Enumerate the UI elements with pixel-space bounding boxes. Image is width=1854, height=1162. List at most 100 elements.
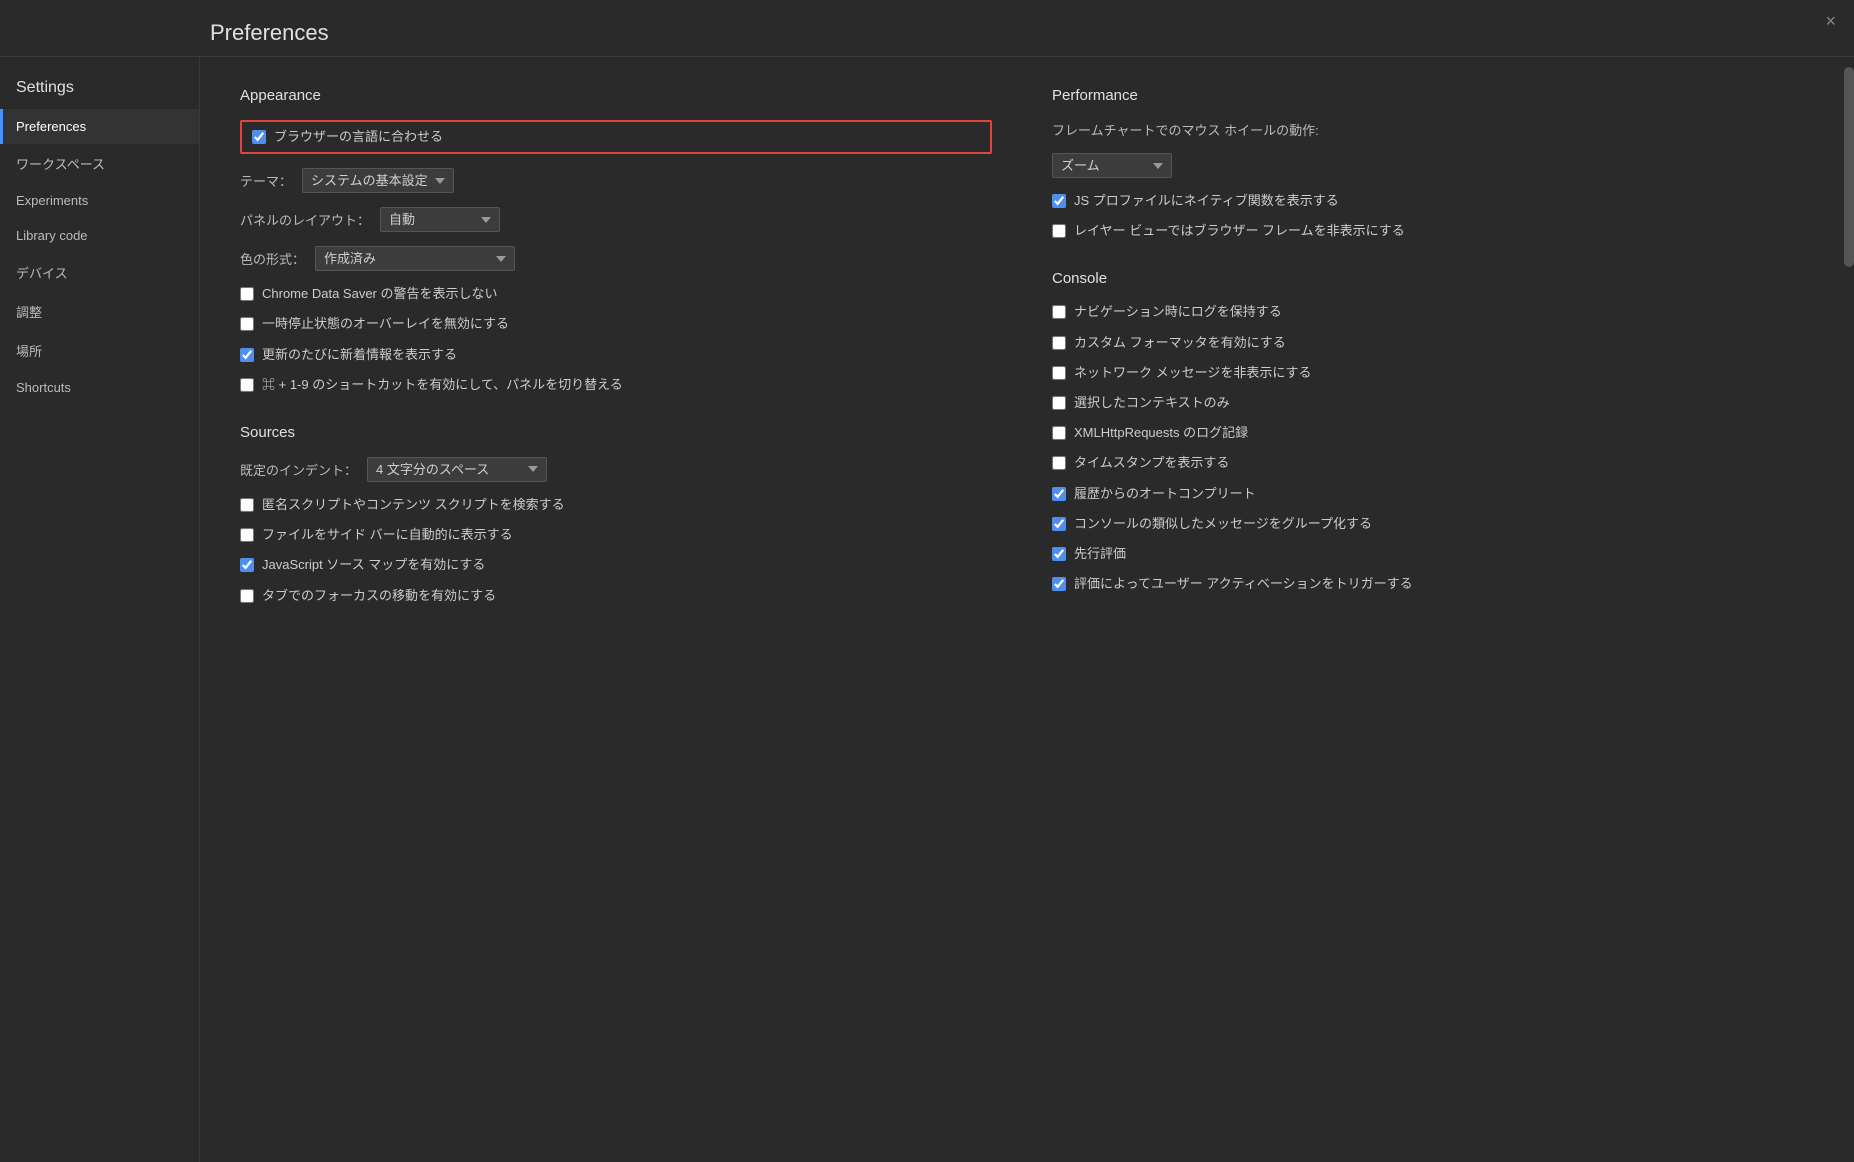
show-whats-new-row: 更新のたびに新着情報を表示する (240, 346, 992, 364)
color-format-select[interactable]: 作成済み (315, 246, 515, 271)
show-timestamps-checkbox[interactable] (1052, 456, 1066, 470)
flame-chart-row: フレームチャートでのマウス ホイールの動作: (1052, 120, 1804, 139)
auto-reveal-checkbox[interactable] (240, 528, 254, 542)
console-section: Console ナビゲーション時にログを保持するカスタム フォーマッタを有効にす… (1052, 270, 1804, 593)
user-activation-row: 評価によってユーザー アクティベーションをトリガーする (1052, 575, 1804, 593)
custom-formatters-label[interactable]: カスタム フォーマッタを有効にする (1074, 334, 1286, 352)
sidebar-item-experiments[interactable]: Experiments (0, 183, 199, 218)
group-similar-messages-label[interactable]: コンソールの類似したメッセージをグループ化する (1074, 515, 1372, 533)
panel-layout-label: パネルのレイアウト： (240, 210, 370, 229)
dialog-body: Settings PreferencesワークスペースExperimentsLi… (0, 57, 1854, 1162)
performance-section: Performance フレームチャートでのマウス ホイールの動作: ズーム J… (1052, 87, 1804, 240)
dialog-title: Preferences (0, 0, 1854, 57)
sidebar-item-workspace[interactable]: ワークスペース (0, 144, 199, 183)
theme-row: テーマ： システムの基本設定 (240, 168, 992, 193)
console-checkboxes: ナビゲーション時にログを保持するカスタム フォーマッタを有効にするネットワーク … (1052, 303, 1804, 593)
preserve-log-row: ナビゲーション時にログを保持する (1052, 303, 1804, 321)
panel-shortcuts-label[interactable]: ⌘ + 1-9 のショートカットを有効にして、パネルを切り替える (262, 376, 623, 394)
sidebar-item-shortcuts[interactable]: Shortcuts (0, 370, 199, 405)
history-autocomplete-label[interactable]: 履歴からのオートコンプリート (1074, 485, 1256, 503)
js-profile-native-checkbox[interactable] (1052, 194, 1066, 208)
hide-network-messages-checkbox[interactable] (1052, 366, 1066, 380)
sidebar-item-locations[interactable]: 場所 (0, 331, 199, 370)
sidebar-item-throttling[interactable]: 調整 (0, 292, 199, 331)
panel-shortcuts-checkbox[interactable] (240, 378, 254, 392)
disable-paused-overlay-label[interactable]: 一時停止状態のオーバーレイを無効にする (262, 315, 509, 333)
show-timestamps-label[interactable]: タイムスタンプを表示する (1074, 454, 1229, 472)
theme-select[interactable]: システムの基本設定 (302, 168, 454, 193)
left-column: Appearance ブラウザーの言語に合わせる テーマ： システムの基本設定 (240, 77, 992, 1142)
search-anonymous-label[interactable]: 匿名スクリプトやコンテンツ スクリプトを検索する (262, 496, 565, 514)
eager-evaluation-checkbox[interactable] (1052, 547, 1066, 561)
main-content: Appearance ブラウザーの言語に合わせる テーマ： システムの基本設定 (200, 57, 1844, 1162)
close-button[interactable]: × (1825, 12, 1836, 30)
browser-language-label[interactable]: ブラウザーの言語に合わせる (274, 128, 443, 146)
history-autocomplete-checkbox[interactable] (1052, 487, 1066, 501)
user-activation-label[interactable]: 評価によってユーザー アクティベーションをトリガーする (1074, 575, 1413, 593)
panel-shortcuts-row: ⌘ + 1-9 のショートカットを有効にして、パネルを切り替える (240, 376, 992, 394)
panel-layout-select[interactable]: 自動 (380, 207, 500, 232)
sidebar: Settings PreferencesワークスペースExperimentsLi… (0, 57, 200, 1162)
hide-browser-frames-checkbox[interactable] (1052, 224, 1066, 238)
show-whats-new-checkbox[interactable] (240, 348, 254, 362)
tab-focus-label[interactable]: タブでのフォーカスの移動を有効にする (262, 587, 496, 605)
hide-browser-frames-row: レイヤー ビューではブラウザー フレームを非表示にする (1052, 222, 1804, 240)
hide-browser-frames-label[interactable]: レイヤー ビューではブラウザー フレームを非表示にする (1074, 222, 1405, 240)
tab-focus-checkbox[interactable] (240, 589, 254, 603)
flame-chart-label: フレームチャートでのマウス ホイールの動作: (1052, 120, 1319, 139)
appearance-section: Appearance ブラウザーの言語に合わせる テーマ： システムの基本設定 (240, 87, 992, 394)
color-format-row: 色の形式： 作成済み (240, 246, 992, 271)
panel-layout-row: パネルのレイアウト： 自動 (240, 207, 992, 232)
sidebar-nav: PreferencesワークスペースExperimentsLibrary cod… (0, 109, 199, 405)
selected-context-only-checkbox[interactable] (1052, 396, 1066, 410)
disable-paused-overlay-row: 一時停止状態のオーバーレイを無効にする (240, 315, 992, 333)
scrollbar[interactable] (1844, 57, 1854, 1162)
auto-reveal-row: ファイルをサイド バーに自動的に表示する (240, 526, 992, 544)
disable-paused-overlay-checkbox[interactable] (240, 317, 254, 331)
js-profile-native-label[interactable]: JS プロファイルにネイティブ関数を表示する (1074, 192, 1339, 210)
settings-dialog: × Preferences Settings Preferencesワークスペー… (0, 0, 1854, 1162)
show-whats-new-label[interactable]: 更新のたびに新着情報を表示する (262, 346, 457, 364)
custom-formatters-checkbox[interactable] (1052, 336, 1066, 350)
hide-network-messages-label[interactable]: ネットワーク メッセージを非表示にする (1074, 364, 1311, 382)
log-xmlhttprequests-label[interactable]: XMLHttpRequests のログ記録 (1074, 424, 1248, 442)
log-xmlhttprequests-checkbox[interactable] (1052, 426, 1066, 440)
sources-section: Sources 既定のインデント： 4 文字分のスペース 匿名スクリプトやコンテ… (240, 424, 992, 605)
scrollbar-thumb[interactable] (1844, 67, 1854, 267)
console-title: Console (1052, 270, 1804, 287)
sources-title: Sources (240, 424, 992, 441)
group-similar-messages-checkbox[interactable] (1052, 517, 1066, 531)
search-anonymous-row: 匿名スクリプトやコンテンツ スクリプトを検索する (240, 496, 992, 514)
js-profile-native-row: JS プロファイルにネイティブ関数を表示する (1052, 192, 1804, 210)
appearance-title: Appearance (240, 87, 992, 104)
js-source-maps-checkbox[interactable] (240, 558, 254, 572)
color-format-label: 色の形式： (240, 249, 305, 268)
auto-reveal-label[interactable]: ファイルをサイド バーに自動的に表示する (262, 526, 513, 544)
tab-focus-row: タブでのフォーカスの移動を有効にする (240, 587, 992, 605)
settings-heading: Settings (0, 67, 199, 109)
default-indent-label: 既定のインデント： (240, 460, 357, 479)
chrome-data-saver-checkbox[interactable] (240, 287, 254, 301)
sidebar-item-preferences[interactable]: Preferences (0, 109, 199, 144)
theme-label: テーマ： (240, 171, 292, 190)
user-activation-checkbox[interactable] (1052, 577, 1066, 591)
search-anonymous-checkbox[interactable] (240, 498, 254, 512)
browser-language-checkbox[interactable] (252, 130, 266, 144)
show-timestamps-row: タイムスタンプを表示する (1052, 454, 1804, 472)
preserve-log-checkbox[interactable] (1052, 305, 1066, 319)
preserve-log-label[interactable]: ナビゲーション時にログを保持する (1074, 303, 1282, 321)
sidebar-item-library-code[interactable]: Library code (0, 218, 199, 253)
selected-context-only-label[interactable]: 選択したコンテキストのみ (1074, 394, 1230, 412)
flame-chart-select[interactable]: ズーム (1052, 153, 1172, 178)
eager-evaluation-label[interactable]: 先行評価 (1074, 545, 1126, 563)
selected-context-only-row: 選択したコンテキストのみ (1052, 394, 1804, 412)
log-xmlhttprequests-row: XMLHttpRequests のログ記録 (1052, 424, 1804, 442)
sidebar-item-devices[interactable]: デバイス (0, 253, 199, 292)
group-similar-messages-row: コンソールの類似したメッセージをグループ化する (1052, 515, 1804, 533)
hide-network-messages-row: ネットワーク メッセージを非表示にする (1052, 364, 1804, 382)
performance-checkboxes: JS プロファイルにネイティブ関数を表示するレイヤー ビューではブラウザー フレ… (1052, 192, 1804, 240)
default-indent-select[interactable]: 4 文字分のスペース (367, 457, 547, 482)
chrome-data-saver-label[interactable]: Chrome Data Saver の警告を表示しない (262, 285, 498, 303)
eager-evaluation-row: 先行評価 (1052, 545, 1804, 563)
js-source-maps-label[interactable]: JavaScript ソース マップを有効にする (262, 556, 485, 574)
